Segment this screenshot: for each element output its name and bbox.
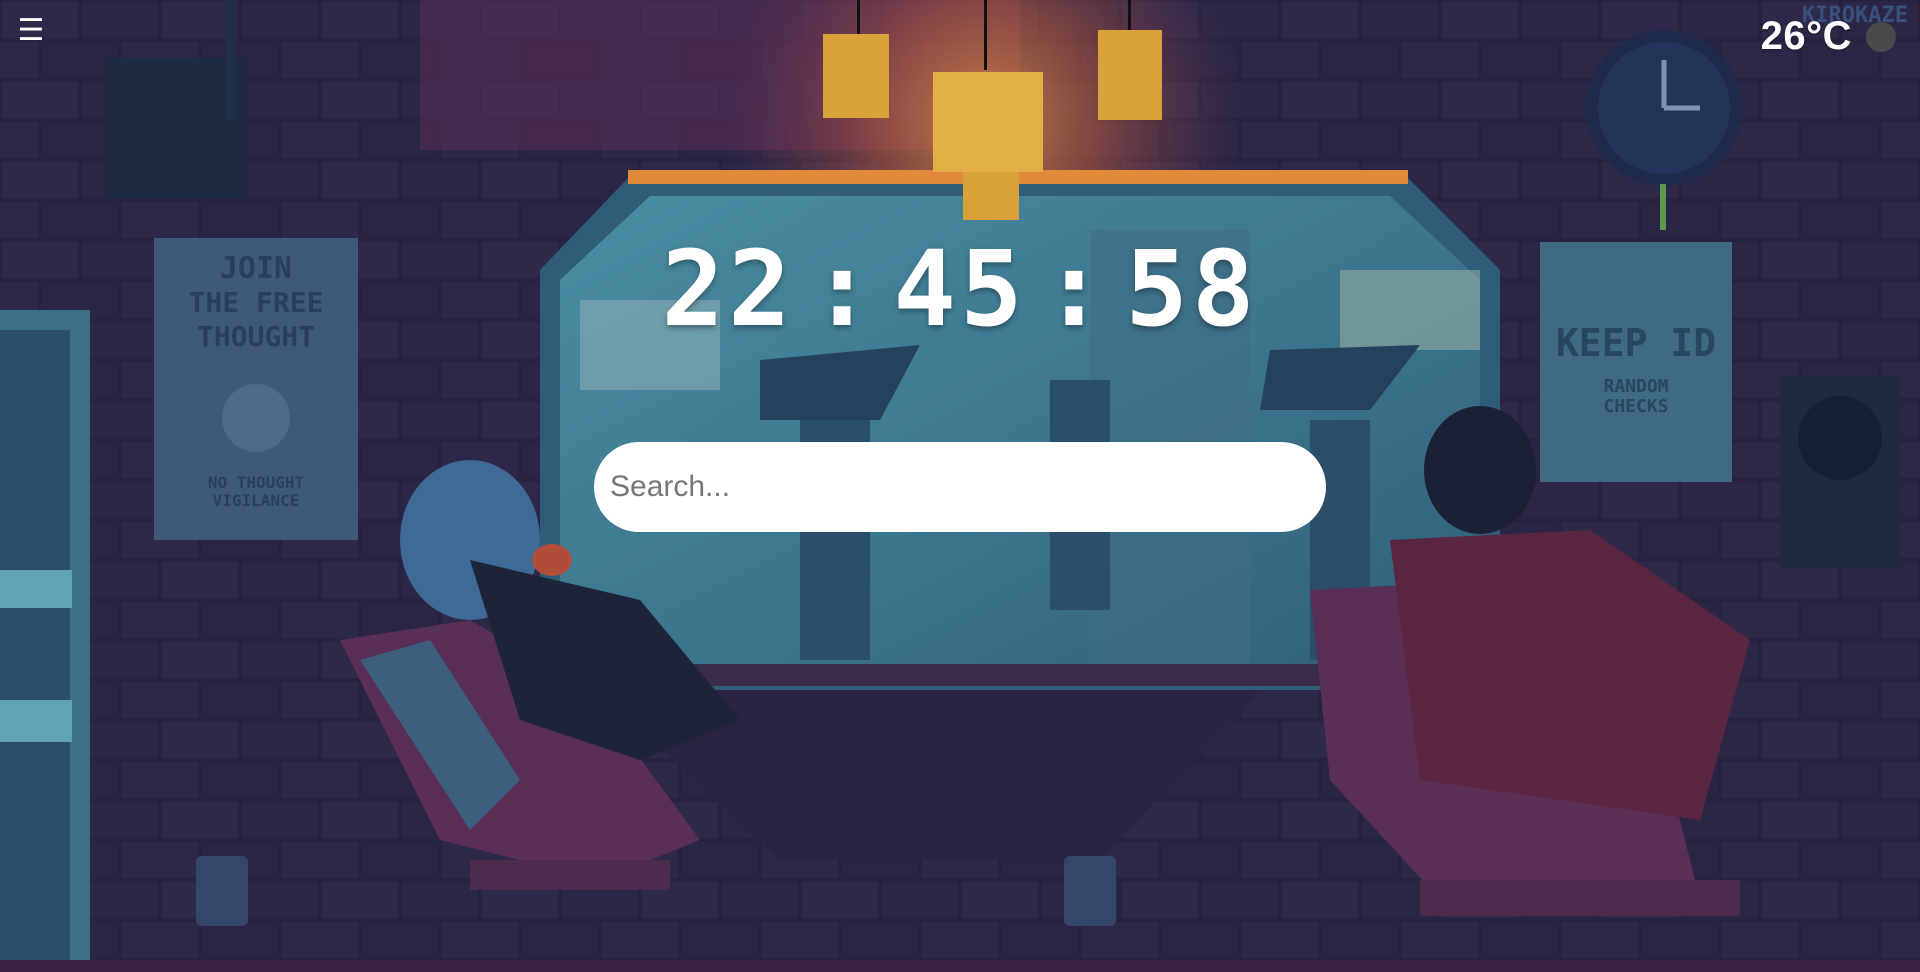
- weather-widget: 26°C: [1761, 14, 1896, 59]
- clock-separator: :: [1042, 228, 1110, 350]
- clock-minutes: 45: [893, 228, 1027, 350]
- svg-text:RANDOM: RANDOM: [1603, 376, 1668, 397]
- digital-clock: 22:45:58: [0, 228, 1920, 350]
- theme-toggle-button[interactable]: [1866, 21, 1896, 52]
- svg-text:NO THOUGHT: NO THOUGHT: [208, 473, 304, 492]
- clock-hours: 22: [661, 228, 795, 350]
- menu-button[interactable]: ☰: [14, 12, 48, 50]
- svg-text:VIGILANCE: VIGILANCE: [213, 491, 300, 510]
- search-bar: [594, 442, 1326, 532]
- clock-separator: :: [810, 228, 878, 350]
- hamburger-menu-icon: ☰: [17, 13, 45, 48]
- svg-text:CHECKS: CHECKS: [1603, 396, 1668, 417]
- clock-seconds: 58: [1125, 228, 1259, 350]
- search-input[interactable]: [594, 442, 1326, 532]
- temperature-readout: 26°C: [1760, 14, 1852, 58]
